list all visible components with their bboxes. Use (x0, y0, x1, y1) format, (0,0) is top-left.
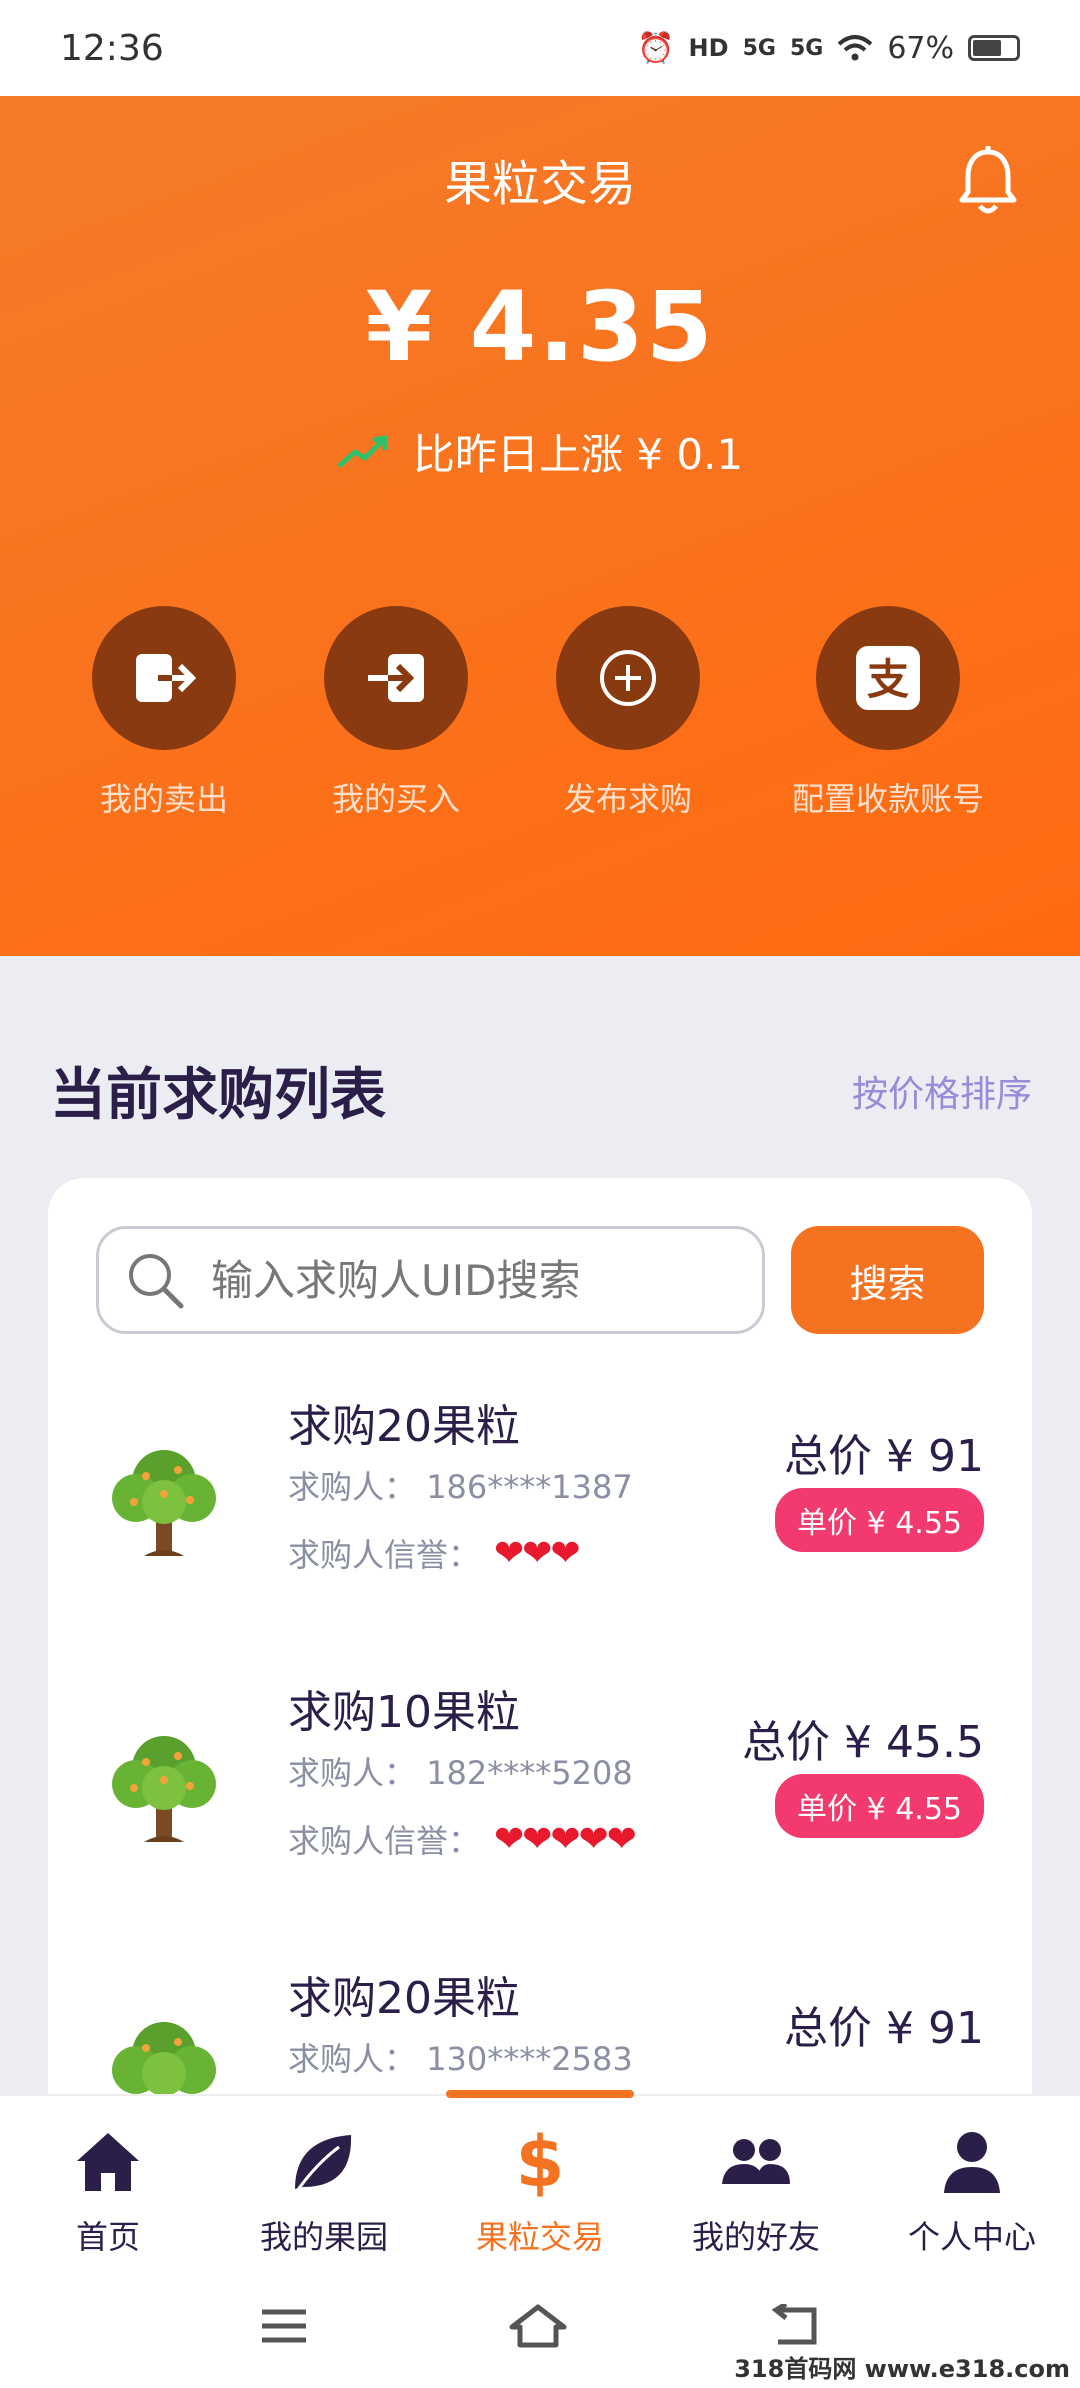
buyer-info: 求购人： 182****5208 (288, 1748, 633, 1794)
section-header: 当前求购列表 按价格排序 (50, 1050, 1032, 1131)
search-icon (129, 1254, 184, 1309)
action-label: 发布求购 (563, 780, 692, 818)
battery-icon (968, 35, 1020, 61)
action-label: 我的卖出 (99, 780, 228, 818)
heart-icons: ❤❤❤ (494, 1532, 580, 1574)
item-title: 求购20果粒 (288, 1401, 520, 1452)
nav-friends[interactable]: 我的好友 (648, 2096, 864, 2266)
buy-enter-icon (368, 654, 424, 702)
buyer-label: 求购人： (288, 1468, 417, 1506)
price-change-text: 比昨日上涨 ¥ 0.1 (412, 430, 744, 479)
battery-percent: 67% (887, 30, 954, 66)
buyer-info: 求购人： 130****2583 (288, 2034, 633, 2080)
search-box[interactable] (96, 1226, 765, 1334)
friends-icon (722, 2139, 790, 2184)
page-title: 果粒交易 (443, 156, 636, 212)
nav-label: 我的好友 (691, 2218, 820, 2256)
current-price: ¥ 4.35 (365, 271, 715, 383)
wifi-icon (837, 35, 873, 61)
unit-price-badge: 单价 ¥ 4.55 (775, 1488, 984, 1552)
action-label: 我的买入 (331, 780, 460, 818)
nav-label: 我的果园 (259, 2218, 388, 2256)
action-my-buy[interactable]: 我的买入 (266, 606, 526, 820)
buyer-credit: 求购人信誉： ❤❤❤ (288, 1530, 581, 1576)
nav-label: 个人中心 (907, 2218, 1036, 2256)
buyer-info: 求购人： 186****1387 (288, 1462, 633, 1508)
search-button[interactable]: 搜索 (791, 1226, 984, 1334)
hd-network-icon: HD (688, 34, 729, 62)
price-hero: 果粒交易 ¥ 4.35 比昨日上涨 ¥ 0.1 我的卖出 我的买入 发布求购 支… (0, 96, 1080, 956)
sell-exit-icon (136, 654, 196, 702)
nav-profile[interactable]: 个人中心 (864, 2096, 1080, 2266)
back-icon[interactable] (768, 2304, 820, 2348)
buyer-phone: 182****5208 (426, 1754, 633, 1792)
buyer-credit: 求购人信誉： ❤❤❤❤❤ (288, 1816, 637, 1862)
alarm-icon: ⏰ (637, 30, 675, 66)
person-icon (944, 2132, 1000, 2193)
sort-by-price-link[interactable]: 按价格排序 (852, 1065, 1032, 1117)
search-input[interactable] (209, 1254, 736, 1306)
leaf-icon (295, 2135, 352, 2192)
home-nav-icon[interactable] (508, 2303, 568, 2349)
home-icon (77, 2133, 139, 2191)
nav-label: 果粒交易 (475, 2218, 604, 2256)
item-title: 求购20果粒 (288, 1973, 520, 2024)
buy-request-card: 搜索 求购20果粒 求购人： 186****1387 求购人信誉： ❤❤❤ 总价… (48, 1178, 1032, 2178)
list-item[interactable]: 求购10果粒 求购人： 182****5208 求购人信誉： ❤❤❤❤❤ 总价 … (48, 1676, 1032, 1946)
item-title: 求购10果粒 (288, 1687, 520, 1738)
plus-circle-icon (600, 650, 656, 706)
svg-text:支: 支 (867, 655, 909, 704)
price-change: 比昨日上涨 ¥ 0.1 (0, 421, 1080, 482)
menu-icon[interactable] (260, 2306, 308, 2346)
search-row: 搜索 (96, 1226, 984, 1334)
nav-trade[interactable]: $ 果粒交易 (432, 2096, 648, 2266)
section-title: 当前求购列表 (50, 1063, 386, 1128)
bell-icon[interactable] (956, 146, 1020, 218)
5g-signal-icon-2: 5G (789, 35, 824, 61)
total-price: 总价 ¥ 91 (784, 2003, 984, 2054)
action-post-request[interactable]: 发布求购 (498, 606, 758, 820)
nav-label: 首页 (75, 2218, 140, 2256)
tree-icon (112, 1450, 216, 1556)
action-payment-account[interactable]: 支 配置收款账号 (758, 606, 1018, 820)
heart-icons: ❤❤❤❤❤ (494, 1818, 637, 1860)
tree-icon (112, 1736, 216, 1842)
buyer-label: 求购人： (288, 2040, 417, 2078)
buyer-phone: 130****2583 (426, 2040, 633, 2078)
action-my-sell[interactable]: 我的卖出 (34, 606, 294, 820)
dollar-icon: $ (515, 2121, 565, 2203)
alipay-icon: 支 (856, 646, 920, 710)
credit-label: 求购人信誉： (288, 1822, 481, 1860)
active-tab-indicator (446, 2090, 634, 2098)
unit-price-badge: 单价 ¥ 4.55 (775, 1774, 984, 1838)
trend-up-icon (337, 434, 388, 468)
credit-label: 求购人信誉： (288, 1536, 481, 1574)
nav-home[interactable]: 首页 (0, 2096, 216, 2266)
total-price: 总价 ¥ 45.5 (742, 1717, 984, 1768)
bottom-nav: 首页 我的果园 $ 果粒交易 我的好友 个人中心 (0, 2090, 1080, 2266)
buyer-label: 求购人： (288, 1754, 417, 1792)
list-item[interactable]: 求购20果粒 求购人： 186****1387 求购人信誉： ❤❤❤ 总价 ¥ … (48, 1390, 1032, 1660)
total-price: 总价 ¥ 91 (784, 1431, 984, 1482)
action-label: 配置收款账号 (791, 780, 984, 818)
buyer-phone: 186****1387 (426, 1468, 633, 1506)
watermark: 318首码网 www.e318.com (734, 2355, 1070, 2383)
status-icons: ⏰ HD 5G 5G 67% (637, 31, 1020, 66)
status-time: 12:36 (60, 27, 164, 69)
5g-signal-icon: 5G (742, 35, 776, 61)
nav-my-orchard[interactable]: 我的果园 (216, 2096, 432, 2266)
status-bar: 12:36 ⏰ HD 5G 5G 67% (0, 0, 1080, 96)
